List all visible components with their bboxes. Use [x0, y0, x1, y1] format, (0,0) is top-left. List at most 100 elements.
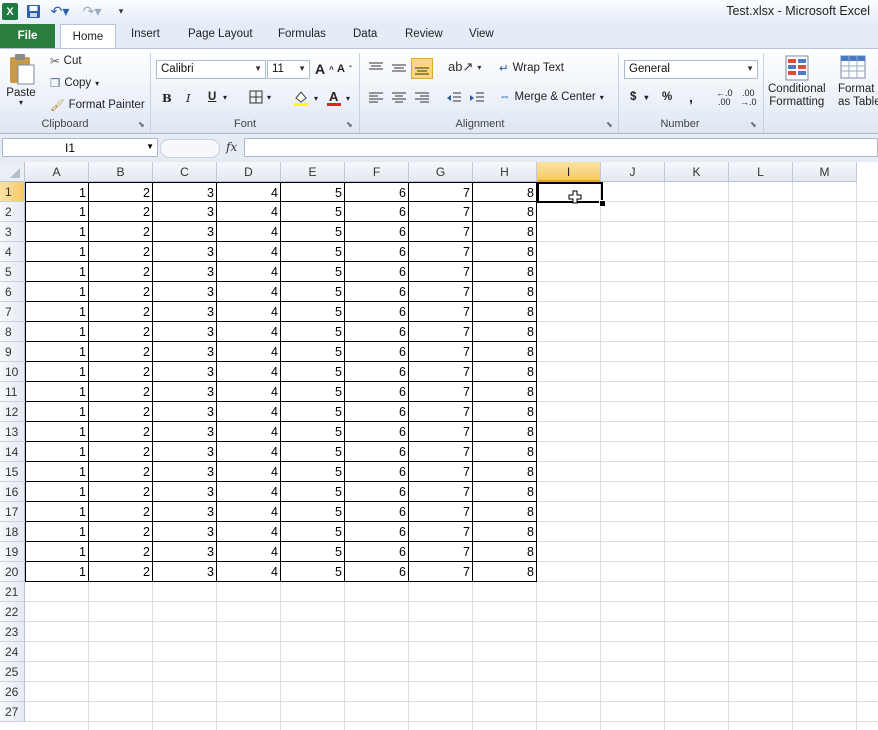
align-center-icon[interactable]	[391, 91, 407, 105]
cell-b12[interactable]: 2	[89, 402, 153, 422]
decrease-decimal-icon[interactable]: .00 →.0	[740, 89, 757, 107]
cell-d5[interactable]: 4	[217, 262, 281, 282]
excel-logo-icon[interactable]: X	[2, 3, 18, 20]
cell-e19[interactable]: 5	[281, 542, 345, 562]
cell-e11[interactable]: 5	[281, 382, 345, 402]
comma-button[interactable]: ,	[689, 89, 693, 105]
cell-d20[interactable]: 4	[217, 562, 281, 582]
cell-f9[interactable]: 6	[345, 342, 409, 362]
tab-insert[interactable]: Insert	[131, 28, 160, 40]
column-header-a[interactable]: A	[25, 162, 89, 182]
row-header-18[interactable]: 18	[0, 522, 25, 542]
bold-button[interactable]: B	[162, 91, 172, 105]
tab-review[interactable]: Review	[405, 28, 443, 40]
cell-b14[interactable]: 2	[89, 442, 153, 462]
underline-button[interactable]: U	[208, 91, 216, 103]
column-header-d[interactable]: D	[217, 162, 281, 182]
cell-a10[interactable]: 1	[25, 362, 89, 382]
cell-a12[interactable]: 1	[25, 402, 89, 422]
cell-c11[interactable]: 3	[153, 382, 217, 402]
cell-f2[interactable]: 6	[345, 202, 409, 222]
cell-e5[interactable]: 5	[281, 262, 345, 282]
cell-e6[interactable]: 5	[281, 282, 345, 302]
column-header-e[interactable]: E	[281, 162, 345, 182]
cell-h1[interactable]: 8	[473, 182, 537, 202]
cell-g18[interactable]: 7	[409, 522, 473, 542]
tab-view[interactable]: View	[469, 28, 494, 40]
cell-g20[interactable]: 7	[409, 562, 473, 582]
cell-d13[interactable]: 4	[217, 422, 281, 442]
fill-color-button[interactable]: ▾	[292, 89, 318, 107]
cell-f7[interactable]: 6	[345, 302, 409, 322]
cell-b1[interactable]: 2	[89, 182, 153, 202]
column-header-j[interactable]: J	[601, 162, 665, 182]
cell-h13[interactable]: 8	[473, 422, 537, 442]
cell-d19[interactable]: 4	[217, 542, 281, 562]
cell-a1[interactable]: 1	[25, 182, 89, 202]
cell-g14[interactable]: 7	[409, 442, 473, 462]
column-header-k[interactable]: K	[665, 162, 729, 182]
cell-g10[interactable]: 7	[409, 362, 473, 382]
cell-a11[interactable]: 1	[25, 382, 89, 402]
cell-c15[interactable]: 3	[153, 462, 217, 482]
cell-g17[interactable]: 7	[409, 502, 473, 522]
cell-a20[interactable]: 1	[25, 562, 89, 582]
cell-c2[interactable]: 3	[153, 202, 217, 222]
cell-g9[interactable]: 7	[409, 342, 473, 362]
cell-e1[interactable]: 5	[281, 182, 345, 202]
cell-h16[interactable]: 8	[473, 482, 537, 502]
cell-h12[interactable]: 8	[473, 402, 537, 422]
shrink-font-icon[interactable]: Aˇ	[337, 63, 352, 75]
row-header-19[interactable]: 19	[0, 542, 25, 562]
cell-g12[interactable]: 7	[409, 402, 473, 422]
cell-d7[interactable]: 4	[217, 302, 281, 322]
cell-f18[interactable]: 6	[345, 522, 409, 542]
cell-e8[interactable]: 5	[281, 322, 345, 342]
cell-e10[interactable]: 5	[281, 362, 345, 382]
cell-f12[interactable]: 6	[345, 402, 409, 422]
cell-d14[interactable]: 4	[217, 442, 281, 462]
row-header-12[interactable]: 12	[0, 402, 25, 422]
cell-c7[interactable]: 3	[153, 302, 217, 322]
orientation-icon[interactable]: ab↗ ▾	[448, 59, 481, 75]
cell-b2[interactable]: 2	[89, 202, 153, 222]
cell-e14[interactable]: 5	[281, 442, 345, 462]
cell-f3[interactable]: 6	[345, 222, 409, 242]
column-header-m[interactable]: M	[793, 162, 857, 182]
cell-g2[interactable]: 7	[409, 202, 473, 222]
row-header-11[interactable]: 11	[0, 382, 25, 402]
cell-h5[interactable]: 8	[473, 262, 537, 282]
cell-f16[interactable]: 6	[345, 482, 409, 502]
cell-d12[interactable]: 4	[217, 402, 281, 422]
column-header-c[interactable]: C	[153, 162, 217, 182]
cell-h10[interactable]: 8	[473, 362, 537, 382]
cell-f10[interactable]: 6	[345, 362, 409, 382]
tab-data[interactable]: Data	[353, 28, 377, 40]
column-header-g[interactable]: G	[409, 162, 473, 182]
cell-h14[interactable]: 8	[473, 442, 537, 462]
cell-f1[interactable]: 6	[345, 182, 409, 202]
cell-c10[interactable]: 3	[153, 362, 217, 382]
row-header-23[interactable]: 23	[0, 622, 25, 642]
cell-f13[interactable]: 6	[345, 422, 409, 442]
cell-a14[interactable]: 1	[25, 442, 89, 462]
cell-b20[interactable]: 2	[89, 562, 153, 582]
cell-g16[interactable]: 7	[409, 482, 473, 502]
cell-a16[interactable]: 1	[25, 482, 89, 502]
cell-d17[interactable]: 4	[217, 502, 281, 522]
cell-b3[interactable]: 2	[89, 222, 153, 242]
row-header-13[interactable]: 13	[0, 422, 25, 442]
cell-b9[interactable]: 2	[89, 342, 153, 362]
cell-d15[interactable]: 4	[217, 462, 281, 482]
cell-f17[interactable]: 6	[345, 502, 409, 522]
cell-f20[interactable]: 6	[345, 562, 409, 582]
cell-d10[interactable]: 4	[217, 362, 281, 382]
cell-d11[interactable]: 4	[217, 382, 281, 402]
cell-g6[interactable]: 7	[409, 282, 473, 302]
name-box[interactable]: I1 ▼	[2, 138, 158, 157]
font-color-button[interactable]: A ▾	[326, 89, 350, 107]
cell-b7[interactable]: 2	[89, 302, 153, 322]
row-header-22[interactable]: 22	[0, 602, 25, 622]
cell-a18[interactable]: 1	[25, 522, 89, 542]
cell-f19[interactable]: 6	[345, 542, 409, 562]
